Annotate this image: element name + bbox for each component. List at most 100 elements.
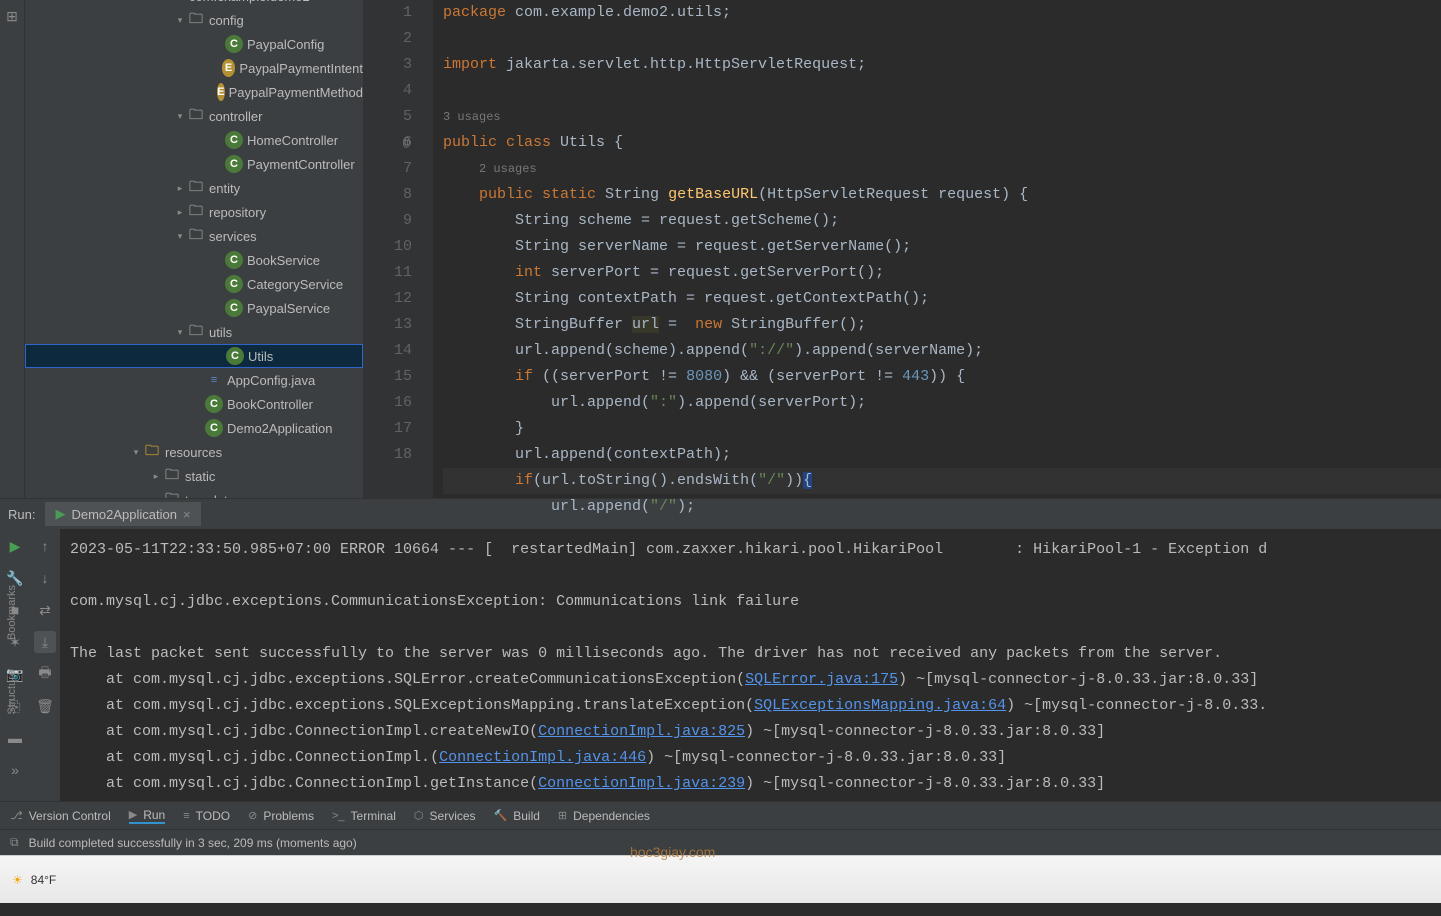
code-line[interactable]: public static String getBaseURL(HttpServ… <box>443 182 1441 208</box>
chevron-icon[interactable]: ▸ <box>173 183 187 194</box>
code-line[interactable]: } <box>443 416 1441 442</box>
tree-item-entity[interactable]: ▸🗀entity <box>25 176 363 200</box>
more-button[interactable]: » <box>4 759 26 781</box>
gutter-line[interactable]: 10 <box>363 234 412 260</box>
chevron-icon[interactable]: ▾ <box>129 447 143 458</box>
gutter-line[interactable]: 3 <box>363 52 412 78</box>
tree-item-paypalservice[interactable]: CPaypalService <box>25 296 363 320</box>
code-line[interactable]: if(url.toString().endsWith("/")){ <box>443 468 1441 494</box>
console-output[interactable]: 2023-05-11T22:33:50.985+07:00 ERROR 1066… <box>60 529 1441 801</box>
code-line[interactable]: String contextPath = request.getContextP… <box>443 286 1441 312</box>
console-line[interactable]: com.mysql.cj.jdbc.exceptions.Communicati… <box>70 589 1431 615</box>
bottom-dependencies[interactable]: ⊞Dependencies <box>558 809 650 823</box>
code-line[interactable]: String serverName = request.getServerNam… <box>443 234 1441 260</box>
gutter-line[interactable]: 17 <box>363 416 412 442</box>
chevron-icon[interactable]: ▸ <box>173 207 187 218</box>
tree-item-demo2application[interactable]: CDemo2Application <box>25 416 363 440</box>
bottom-services[interactable]: ⬡Services <box>414 809 476 823</box>
gutter-line[interactable]: 7 <box>363 156 412 182</box>
wrap-button[interactable]: ⇄ <box>34 599 56 621</box>
gutter-line[interactable]: 1 <box>363 0 412 26</box>
code-line[interactable]: package com.example.demo2.utils; <box>443 0 1441 26</box>
stacktrace-link[interactable]: SQLError.java:175 <box>745 671 898 688</box>
tree-item-utils[interactable]: ▾🗀utils <box>25 320 363 344</box>
gutter-line[interactable]: 8 <box>363 182 412 208</box>
down-button[interactable]: ↓ <box>34 567 56 589</box>
code-line[interactable] <box>443 26 1441 52</box>
print-button[interactable]: 🖶 <box>34 663 56 685</box>
stacktrace-link[interactable]: ConnectionImpl.java:446 <box>439 749 646 766</box>
tree-item-homecontroller[interactable]: CHomeController <box>25 128 363 152</box>
console-line[interactable]: at com.mysql.cj.jdbc.ConnectionImpl.getI… <box>70 771 1431 797</box>
chevron-icon[interactable]: ▾ <box>173 111 187 122</box>
bottom-version-control[interactable]: ⎇Version Control <box>10 809 111 823</box>
code-line[interactable]: 3 usages <box>443 104 1441 130</box>
console-line[interactable]: at com.mysql.cj.jdbc.exceptions.SQLExcep… <box>70 693 1431 719</box>
bottom-build[interactable]: 🔨Build <box>494 809 540 823</box>
run-tab[interactable]: ▶ Demo2Application × <box>45 502 200 526</box>
layout-button[interactable]: ▬ <box>4 727 26 749</box>
gutter-line[interactable]: 16 <box>363 390 412 416</box>
console-line[interactable] <box>70 563 1431 589</box>
bookmarks-tab[interactable]: Bookmarks <box>6 585 18 640</box>
status-copy-icon[interactable]: ⧉ <box>10 835 19 850</box>
structure-tab[interactable]: Structure <box>6 670 18 715</box>
scroll-end-button[interactable]: ⤓ <box>34 631 56 653</box>
chevron-icon[interactable]: ▾ <box>173 15 187 26</box>
bottom-run[interactable]: ▶Run <box>129 808 165 824</box>
tree-item-paypalpaymentintent[interactable]: EPaypalPaymentIntent <box>25 56 363 80</box>
console-line[interactable]: at com.mysql.cj.jdbc.ConnectionImpl.crea… <box>70 719 1431 745</box>
console-line[interactable]: The last packet sent successfully to the… <box>70 641 1431 667</box>
bottom-terminal[interactable]: >_Terminal <box>332 809 396 823</box>
tree-item-config[interactable]: ▾🗀config <box>25 8 363 32</box>
tree-item-utils[interactable]: CUtils <box>25 344 363 368</box>
console-line[interactable]: at com.mysql.cj.jdbc.exceptions.SQLError… <box>70 667 1431 693</box>
tree-item-categoryservice[interactable]: CCategoryService <box>25 272 363 296</box>
tree-item-repository[interactable]: ▸🗀repository <box>25 200 363 224</box>
code-line[interactable]: url.append(scheme).append("://").append(… <box>443 338 1441 364</box>
project-tool-icon[interactable]: ⊞ <box>1 8 23 25</box>
gutter-line[interactable]: 5 <box>363 104 412 130</box>
close-icon[interactable]: × <box>183 507 191 522</box>
code-line[interactable]: url.append("/"); <box>443 494 1441 520</box>
gutter-line[interactable]: 9 <box>363 208 412 234</box>
tree-item-paymentcontroller[interactable]: CPaymentController <box>25 152 363 176</box>
tree-item-static[interactable]: ▸🗀static <box>25 464 363 488</box>
windows-taskbar[interactable]: ☀ 84°F <box>0 855 1441 903</box>
gutter-line[interactable]: 18 <box>363 442 412 468</box>
tree-item-controller[interactable]: ▾🗀controller <box>25 104 363 128</box>
code-line[interactable]: int serverPort = request.getServerPort()… <box>443 260 1441 286</box>
up-button[interactable]: ↑ <box>34 535 56 557</box>
tree-item-paypalpaymentmethod[interactable]: EPaypalPaymentMethod <box>25 80 363 104</box>
code-line[interactable]: String scheme = request.getScheme(); <box>443 208 1441 234</box>
project-tree[interactable]: ▾🗀com.example.demo2▾🗀configCPaypalConfig… <box>25 0 363 498</box>
tree-item-templates[interactable]: ▾🗀templates <box>25 488 363 498</box>
console-line[interactable]: 2023-05-11T22:33:50.985+07:00 ERROR 1066… <box>70 537 1431 563</box>
code-editor[interactable]: 123456@789101112131415161718 package com… <box>363 0 1441 498</box>
trash-button[interactable]: 🗑 <box>34 695 56 717</box>
code-line[interactable]: import jakarta.servlet.http.HttpServletR… <box>443 52 1441 78</box>
gutter-line[interactable]: 11 <box>363 260 412 286</box>
gutter-line[interactable]: 13 <box>363 312 412 338</box>
tree-item-services[interactable]: ▾🗀services <box>25 224 363 248</box>
code-line[interactable]: 2 usages <box>443 156 1441 182</box>
chevron-icon[interactable]: ▾ <box>153 0 167 2</box>
console-line[interactable]: at com.mysql.cj.jdbc.ConnectionImpl.(Con… <box>70 745 1431 771</box>
gutter-line[interactable]: 15 <box>363 364 412 390</box>
gutter-line[interactable]: 12 <box>363 286 412 312</box>
bottom-todo[interactable]: ≡TODO <box>183 809 230 823</box>
code-line[interactable]: if ((serverPort != 8080) && (serverPort … <box>443 364 1441 390</box>
chevron-icon[interactable]: ▾ <box>173 231 187 242</box>
tree-item-resources[interactable]: ▾🗀resources <box>25 440 363 464</box>
chevron-icon[interactable]: ▸ <box>149 471 163 482</box>
gutter-line[interactable]: 4 <box>363 78 412 104</box>
tree-item-bookcontroller[interactable]: CBookController <box>25 392 363 416</box>
stacktrace-link[interactable]: ConnectionImpl.java:825 <box>538 723 745 740</box>
bottom-problems[interactable]: ⊘Problems <box>248 809 314 823</box>
console-line[interactable] <box>70 615 1431 641</box>
gutter-line[interactable]: 6@ <box>363 130 412 156</box>
chevron-icon[interactable]: ▾ <box>149 495 163 499</box>
tree-item-com-example-demo2[interactable]: ▾🗀com.example.demo2 <box>25 0 363 8</box>
gutter-line[interactable]: 14 <box>363 338 412 364</box>
gutter-line[interactable]: 2 <box>363 26 412 52</box>
